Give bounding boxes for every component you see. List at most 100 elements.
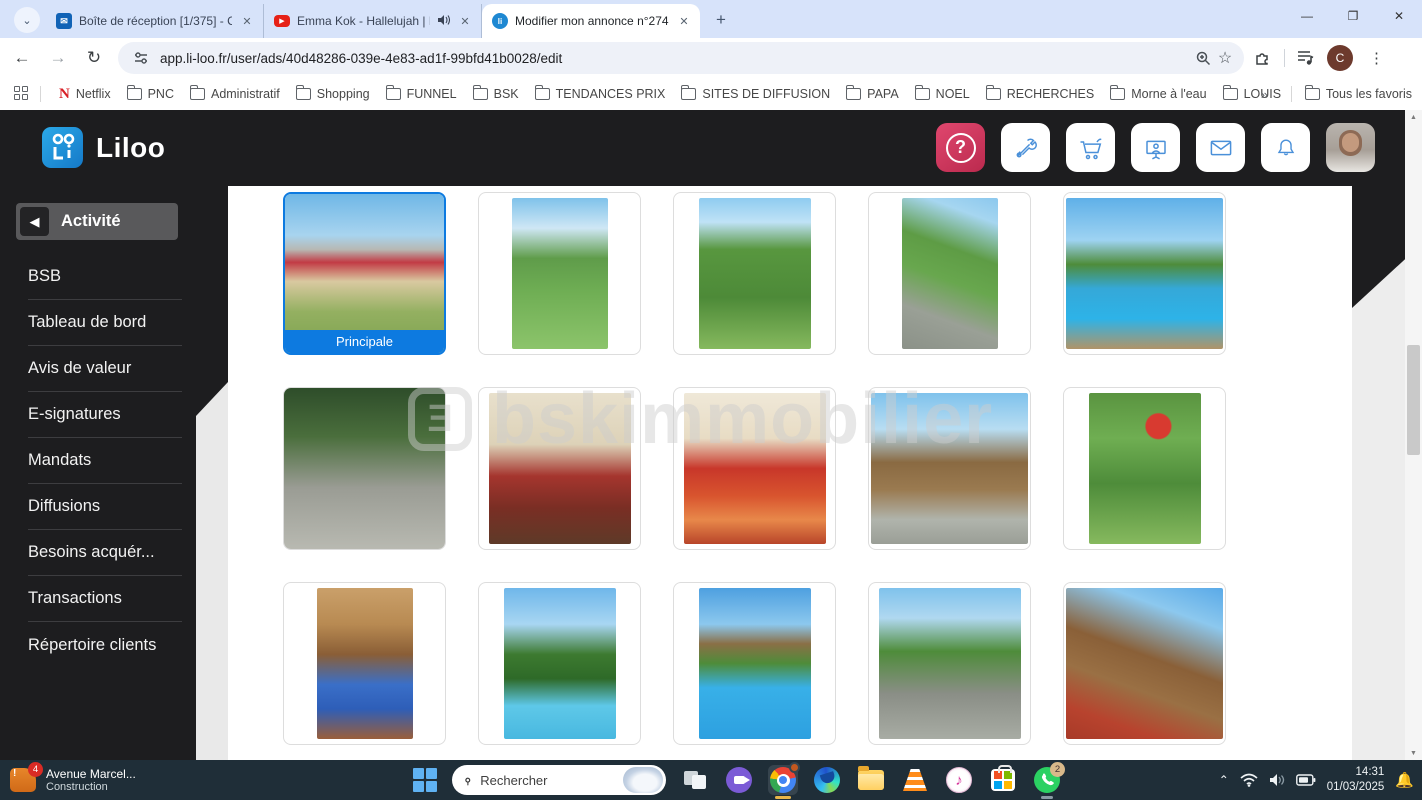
photo-tile[interactable] [1063, 582, 1226, 745]
close-tab-icon[interactable]: ✕ [676, 13, 692, 29]
scrollbar[interactable]: ▲ ▼ [1405, 110, 1422, 760]
chat-button[interactable] [724, 765, 754, 795]
store-button[interactable] [988, 765, 1018, 795]
minimize-button[interactable]: — [1284, 0, 1330, 32]
bookmark-folder[interactable]: RECHERCHES [978, 83, 1103, 105]
cart-button[interactable] [1066, 123, 1115, 172]
close-window-button[interactable]: ✕ [1376, 0, 1422, 32]
chrome-button[interactable] [768, 765, 798, 795]
bookmark-folder[interactable]: SITES DE DIFFUSION [673, 83, 838, 105]
photo-tile[interactable] [283, 582, 446, 745]
itunes-button[interactable]: ♪ [944, 765, 974, 795]
photo-tile[interactable] [478, 192, 641, 355]
bookmark-folder[interactable]: FUNNEL [378, 83, 465, 105]
bookmark-folder[interactable]: NOEL [907, 83, 978, 105]
photo-tile[interactable] [673, 582, 836, 745]
sidebar-item-transactions[interactable]: Transactions [28, 576, 182, 622]
photo-tile[interactable] [1063, 387, 1226, 550]
start-button[interactable] [412, 767, 438, 793]
bookmark-folder[interactable]: Morne à l'eau [1102, 83, 1214, 105]
taskbar-search[interactable]: ⌕ Rechercher [452, 765, 666, 795]
battery-icon[interactable] [1296, 774, 1316, 786]
chrome-badge [789, 762, 800, 773]
scroll-down-arrow[interactable]: ▼ [1405, 746, 1422, 760]
photo-tile-principal[interactable]: Principale [283, 192, 446, 355]
sidebar-item-repertoire-clients[interactable]: Répertoire clients [28, 622, 182, 668]
tab-search-button[interactable]: ⌄ [14, 7, 40, 33]
scroll-up-arrow[interactable]: ▲ [1405, 110, 1422, 124]
youtube-icon: ▶ [274, 13, 290, 29]
vlc-button[interactable] [900, 765, 930, 795]
new-tab-button[interactable]: + [708, 7, 734, 33]
folder-icon [986, 88, 1001, 100]
site-settings-icon[interactable] [130, 47, 152, 69]
tab-audio-icon[interactable] [437, 14, 450, 29]
bookmark-folder[interactable]: PNC [119, 83, 182, 105]
browser-menu-icon[interactable]: ⋮ [1363, 49, 1390, 67]
outlook-icon: ✉ [56, 13, 72, 29]
scrollbar-thumb[interactable] [1407, 345, 1420, 455]
extensions-icon[interactable] [1252, 47, 1274, 69]
notifications-button[interactable] [1261, 123, 1310, 172]
all-bookmarks-folder[interactable]: Tous les favoris [1305, 87, 1412, 101]
close-tab-icon[interactable]: ✕ [239, 13, 255, 29]
mail-button[interactable] [1196, 123, 1245, 172]
liloo-logo[interactable]: Liloo [42, 127, 165, 168]
edge-button[interactable] [812, 765, 842, 795]
photo-tile[interactable] [868, 192, 1031, 355]
bookmark-folder[interactable]: TENDANCES PRIX [527, 83, 674, 105]
sidebar-item-bsb[interactable]: BSB [28, 254, 182, 300]
taskbar-notification[interactable]: 4 Avenue Marcel... Construction [10, 767, 136, 793]
sidebar-item-diffusions[interactable]: Diffusions [28, 484, 182, 530]
close-tab-icon[interactable]: ✕ [457, 13, 473, 29]
tools-button[interactable] [1001, 123, 1050, 172]
sidebar-item-mandats[interactable]: Mandats [28, 438, 182, 484]
browser-profile-avatar[interactable]: C [1327, 45, 1353, 71]
presentation-button[interactable] [1131, 123, 1180, 172]
sidebar-item-besoins-acquereurs[interactable]: Besoins acquér... [28, 530, 182, 576]
address-bar[interactable]: app.li-loo.fr/user/ads/40d48286-039e-4e8… [118, 42, 1244, 74]
help-button[interactable]: ? [936, 123, 985, 172]
taskbar-clock[interactable]: 14:31 01/03/2025 [1327, 765, 1385, 795]
photo-tile[interactable] [868, 582, 1031, 745]
sidebar-item-tableau-de-bord[interactable]: Tableau de bord [28, 300, 182, 346]
photo-tile[interactable] [1063, 192, 1226, 355]
user-avatar[interactable] [1326, 123, 1375, 172]
bookmark-folder[interactable]: PAPA [838, 83, 907, 105]
reload-button[interactable]: ↻ [80, 44, 108, 72]
photo-tile[interactable] [283, 387, 446, 550]
photo-tile[interactable] [673, 192, 836, 355]
sidebar-item-e-signatures[interactable]: E-signatures [28, 392, 182, 438]
bookmark-netflix[interactable]: NNetflix [51, 82, 119, 107]
photo-tile[interactable] [673, 387, 836, 550]
photo-tile[interactable] [478, 582, 641, 745]
photo-tile[interactable] [478, 387, 641, 550]
media-controls-icon[interactable] [1295, 47, 1317, 69]
back-button[interactable]: ← [8, 44, 36, 72]
bookmark-folder[interactable]: Administratif [182, 83, 288, 105]
tab-mail[interactable]: ✉ Boîte de réception [1/375] - Ca ✕ [46, 4, 264, 38]
tab-liloo-active[interactable]: li Modifier mon annonce n°27479 ✕ [482, 4, 700, 38]
url-text[interactable]: app.li-loo.fr/user/ads/40d48286-039e-4e8… [160, 51, 1192, 66]
liloo-favicon: li [492, 13, 508, 29]
file-explorer-button[interactable] [856, 765, 886, 795]
wifi-icon[interactable] [1240, 773, 1258, 787]
tab-youtube[interactable]: ▶ Emma Kok - Hallelujah | MA ✕ [264, 4, 482, 38]
bookmark-folder[interactable]: Shopping [288, 83, 378, 105]
sidebar-item-avis-de-valeur[interactable]: Avis de valeur [28, 346, 182, 392]
restore-button[interactable]: ❐ [1330, 0, 1376, 32]
photo-tile[interactable] [868, 387, 1031, 550]
volume-icon[interactable] [1269, 773, 1285, 787]
whatsapp-button[interactable]: 2 [1032, 765, 1062, 795]
bookmarks-overflow-chevron[interactable]: » [1253, 83, 1276, 106]
notification-center-bell-icon[interactable]: 🔔 [1395, 771, 1414, 789]
zoom-icon[interactable] [1192, 47, 1214, 69]
bookmark-star-icon[interactable]: ☆ [1214, 47, 1236, 69]
search-highlight-image[interactable] [623, 767, 663, 793]
forward-button[interactable]: → [44, 44, 72, 72]
sidebar-item-activite[interactable]: ◀ Activité [16, 203, 178, 240]
task-view-button[interactable] [680, 765, 710, 795]
apps-grid-icon[interactable] [14, 86, 30, 102]
bookmark-folder[interactable]: BSK [465, 83, 527, 105]
tray-chevron-icon[interactable]: ⌃ [1219, 773, 1229, 787]
